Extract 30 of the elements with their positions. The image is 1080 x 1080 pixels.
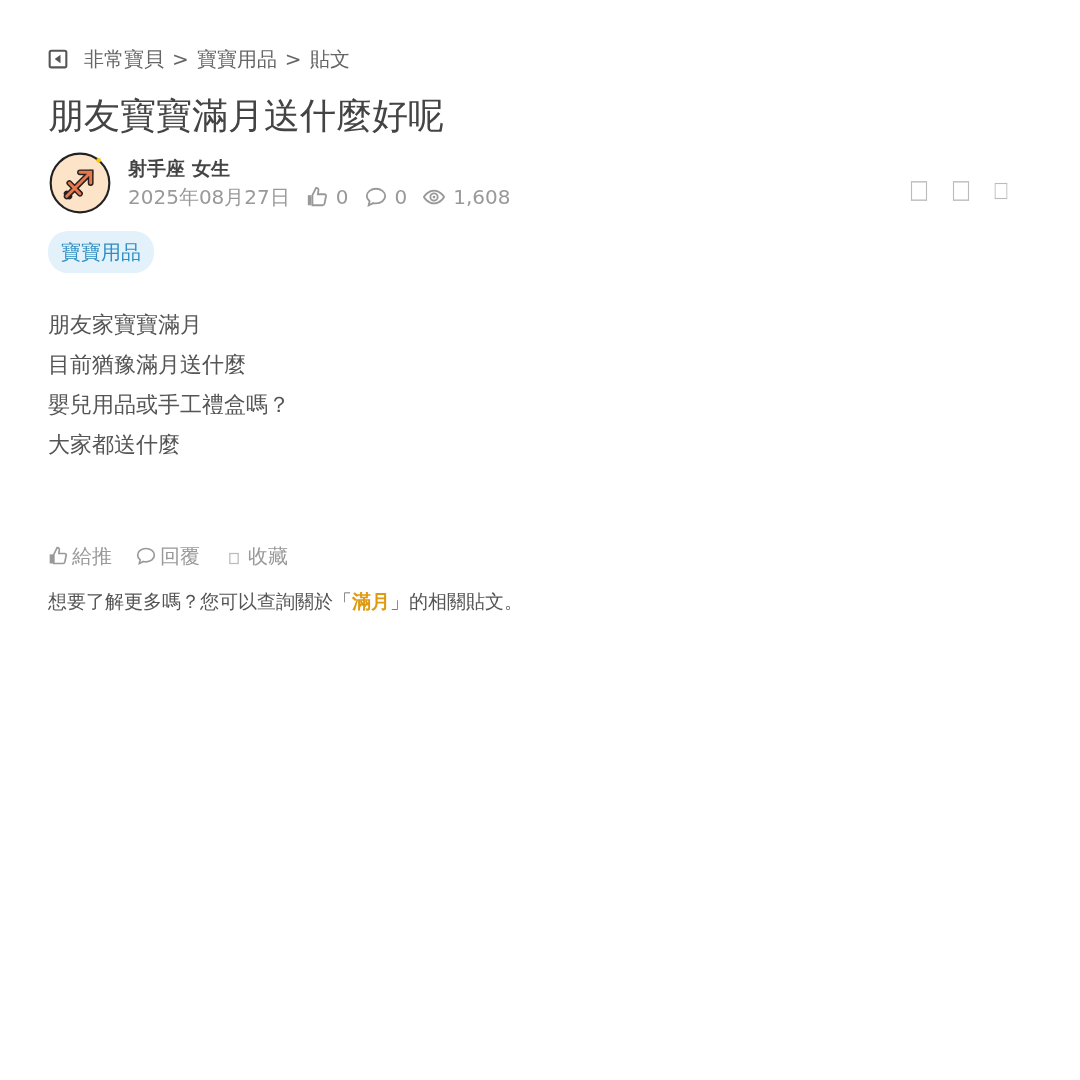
related-posts-text: 想要了解更多嗎？您可以查詢關於「滿月」的相關貼文。: [48, 589, 524, 615]
breadcrumb-link[interactable]: 非常寶貝: [84, 44, 164, 74]
keyword-link[interactable]: 滿月: [352, 590, 390, 613]
view-count: 1,608: [453, 184, 511, 212]
breadcrumb-link[interactable]: 寶寶用品: [196, 44, 277, 74]
post-title: 朋友寶寶滿月送什麼好呢: [48, 94, 445, 138]
tag-link[interactable]: 寶寶用品: [48, 231, 154, 274]
thumbs-up-icon: [48, 546, 68, 567]
reply-button[interactable]: 回覆: [136, 541, 200, 572]
speech-bubble-icon: [136, 546, 156, 567]
post-body-line: 目前猶豫滿月送什麼: [48, 351, 247, 380]
like-count: 0: [335, 184, 349, 212]
square-icon[interactable]: [994, 182, 1008, 201]
post-body-line: 嬰兒用品或手工禮盒嗎？: [48, 391, 291, 420]
comment-count: 0: [394, 184, 408, 212]
breadcrumb-separator: >: [172, 46, 189, 73]
save-button[interactable]: 收藏: [224, 541, 288, 572]
like-button[interactable]: 給推: [48, 541, 112, 572]
back-icon: [48, 49, 68, 69]
post-date: 2025年08月27日: [128, 184, 290, 212]
speech-bubble-icon: [364, 186, 387, 209]
breadcrumb-link[interactable]: 貼文: [309, 44, 350, 74]
post-body-line: 朋友家寶寶滿月: [48, 311, 203, 340]
thumbs-up-icon: [305, 186, 328, 209]
post-body-line: 大家都送什麼: [48, 431, 181, 460]
breadcrumb-separator: >: [284, 46, 302, 73]
square-icon[interactable]: [952, 180, 970, 203]
author-name: 射手座 女生: [128, 155, 231, 181]
square-icon[interactable]: [910, 180, 928, 203]
sagittarius-avatar-icon: [48, 151, 112, 216]
